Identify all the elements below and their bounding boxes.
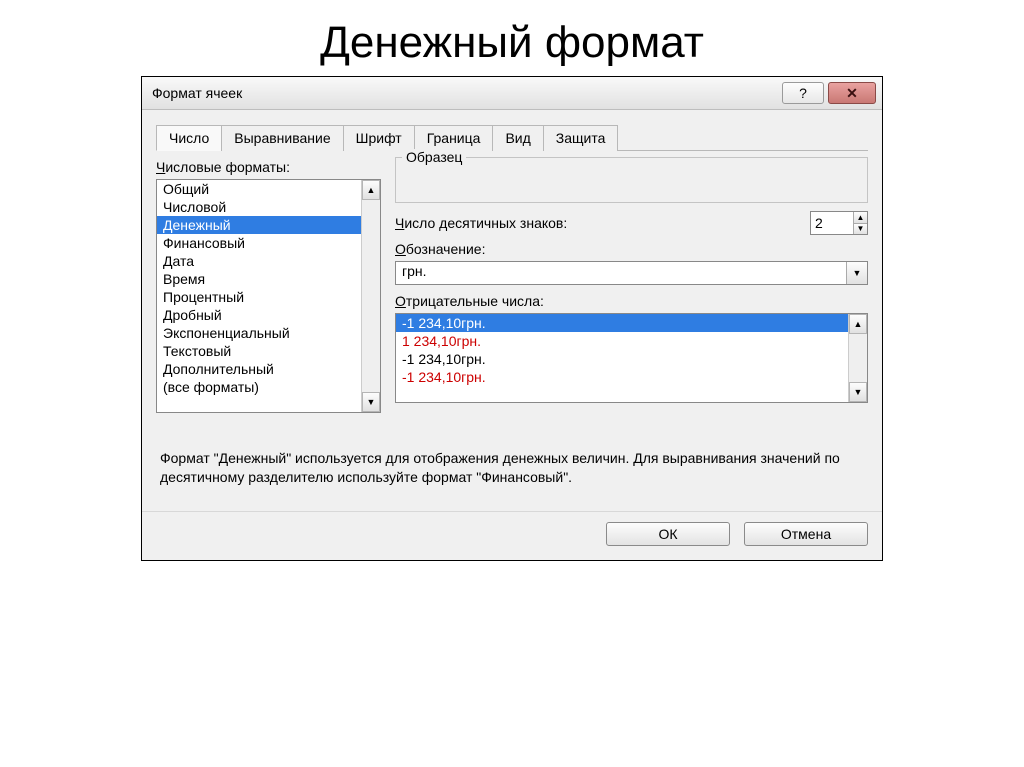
negative-item[interactable]: -1 234,10грн. (396, 350, 848, 368)
scroll-up-icon[interactable]: ▲ (362, 180, 380, 200)
format-item[interactable]: Текстовый (157, 342, 361, 360)
ok-button[interactable]: ОК (606, 522, 730, 546)
format-item[interactable]: Время (157, 270, 361, 288)
negative-item[interactable]: -1 234,10грн. (396, 368, 848, 386)
tab-alignment[interactable]: Выравнивание (221, 125, 343, 151)
help-button[interactable]: ? (782, 82, 824, 104)
decimals-spinner[interactable]: ▲ ▼ (810, 211, 868, 235)
help-icon: ? (799, 85, 807, 101)
symbol-value: грн. (396, 262, 846, 284)
format-item[interactable]: Финансовый (157, 234, 361, 252)
titlebar: Формат ячеек ? ✕ (142, 77, 882, 110)
decimals-label: Число десятичных знаков: (395, 215, 802, 231)
format-item[interactable]: Процентный (157, 288, 361, 306)
scroll-down-icon[interactable]: ▼ (849, 382, 867, 402)
format-item[interactable]: Дробный (157, 306, 361, 324)
formats-listbox[interactable]: Общий Числовой Денежный Финансовый Дата … (156, 179, 381, 413)
close-icon: ✕ (846, 85, 858, 102)
sample-group: Образец (395, 157, 868, 203)
negatives-scrollbar[interactable]: ▲ ▼ (848, 314, 867, 402)
spinner-up-icon[interactable]: ▲ (853, 212, 867, 223)
dialog-body: Число Выравнивание Шрифт Граница Вид Защ… (142, 110, 882, 511)
combo-dropdown-icon[interactable]: ▼ (846, 262, 867, 284)
format-item[interactable]: Экспоненциальный (157, 324, 361, 342)
format-description: Формат "Денежный" используется для отобр… (160, 449, 864, 487)
cancel-button[interactable]: Отмена (744, 522, 868, 546)
negative-label: Отрицательные числа: (395, 293, 868, 309)
formats-label: Числовые форматы: (156, 159, 381, 175)
scroll-up-icon[interactable]: ▲ (849, 314, 867, 334)
tab-font[interactable]: Шрифт (343, 125, 415, 151)
spinner-down-icon[interactable]: ▼ (853, 223, 867, 235)
dialog-footer: ОК Отмена (142, 511, 882, 560)
sample-label: Образец (402, 149, 466, 165)
tab-protection[interactable]: Защита (543, 125, 619, 151)
tab-number[interactable]: Число (156, 125, 222, 151)
negatives-listbox[interactable]: -1 234,10грн. 1 234,10грн. -1 234,10грн.… (395, 313, 868, 403)
format-cells-dialog: Формат ячеек ? ✕ Число Выравнивание Шриф… (141, 76, 883, 561)
close-button[interactable]: ✕ (828, 82, 876, 104)
scroll-down-icon[interactable]: ▼ (362, 392, 380, 412)
symbol-label: Обозначение: (395, 241, 868, 257)
format-item[interactable]: Денежный (157, 216, 361, 234)
page-heading: Денежный формат (0, 0, 1024, 76)
tab-border[interactable]: Граница (414, 125, 494, 151)
format-item[interactable]: Числовой (157, 198, 361, 216)
format-item[interactable]: Дата (157, 252, 361, 270)
tab-view[interactable]: Вид (492, 125, 543, 151)
format-item[interactable]: Дополнительный (157, 360, 361, 378)
dialog-title: Формат ячеек (152, 85, 778, 101)
symbol-combo[interactable]: грн. ▼ (395, 261, 868, 285)
decimals-input[interactable] (811, 212, 853, 234)
tab-row: Число Выравнивание Шрифт Граница Вид Защ… (156, 124, 868, 151)
negative-item[interactable]: -1 234,10грн. (396, 314, 848, 332)
formats-scrollbar[interactable]: ▲ ▼ (361, 180, 380, 412)
format-item[interactable]: Общий (157, 180, 361, 198)
format-item[interactable]: (все форматы) (157, 378, 361, 396)
negative-item[interactable]: 1 234,10грн. (396, 332, 848, 350)
